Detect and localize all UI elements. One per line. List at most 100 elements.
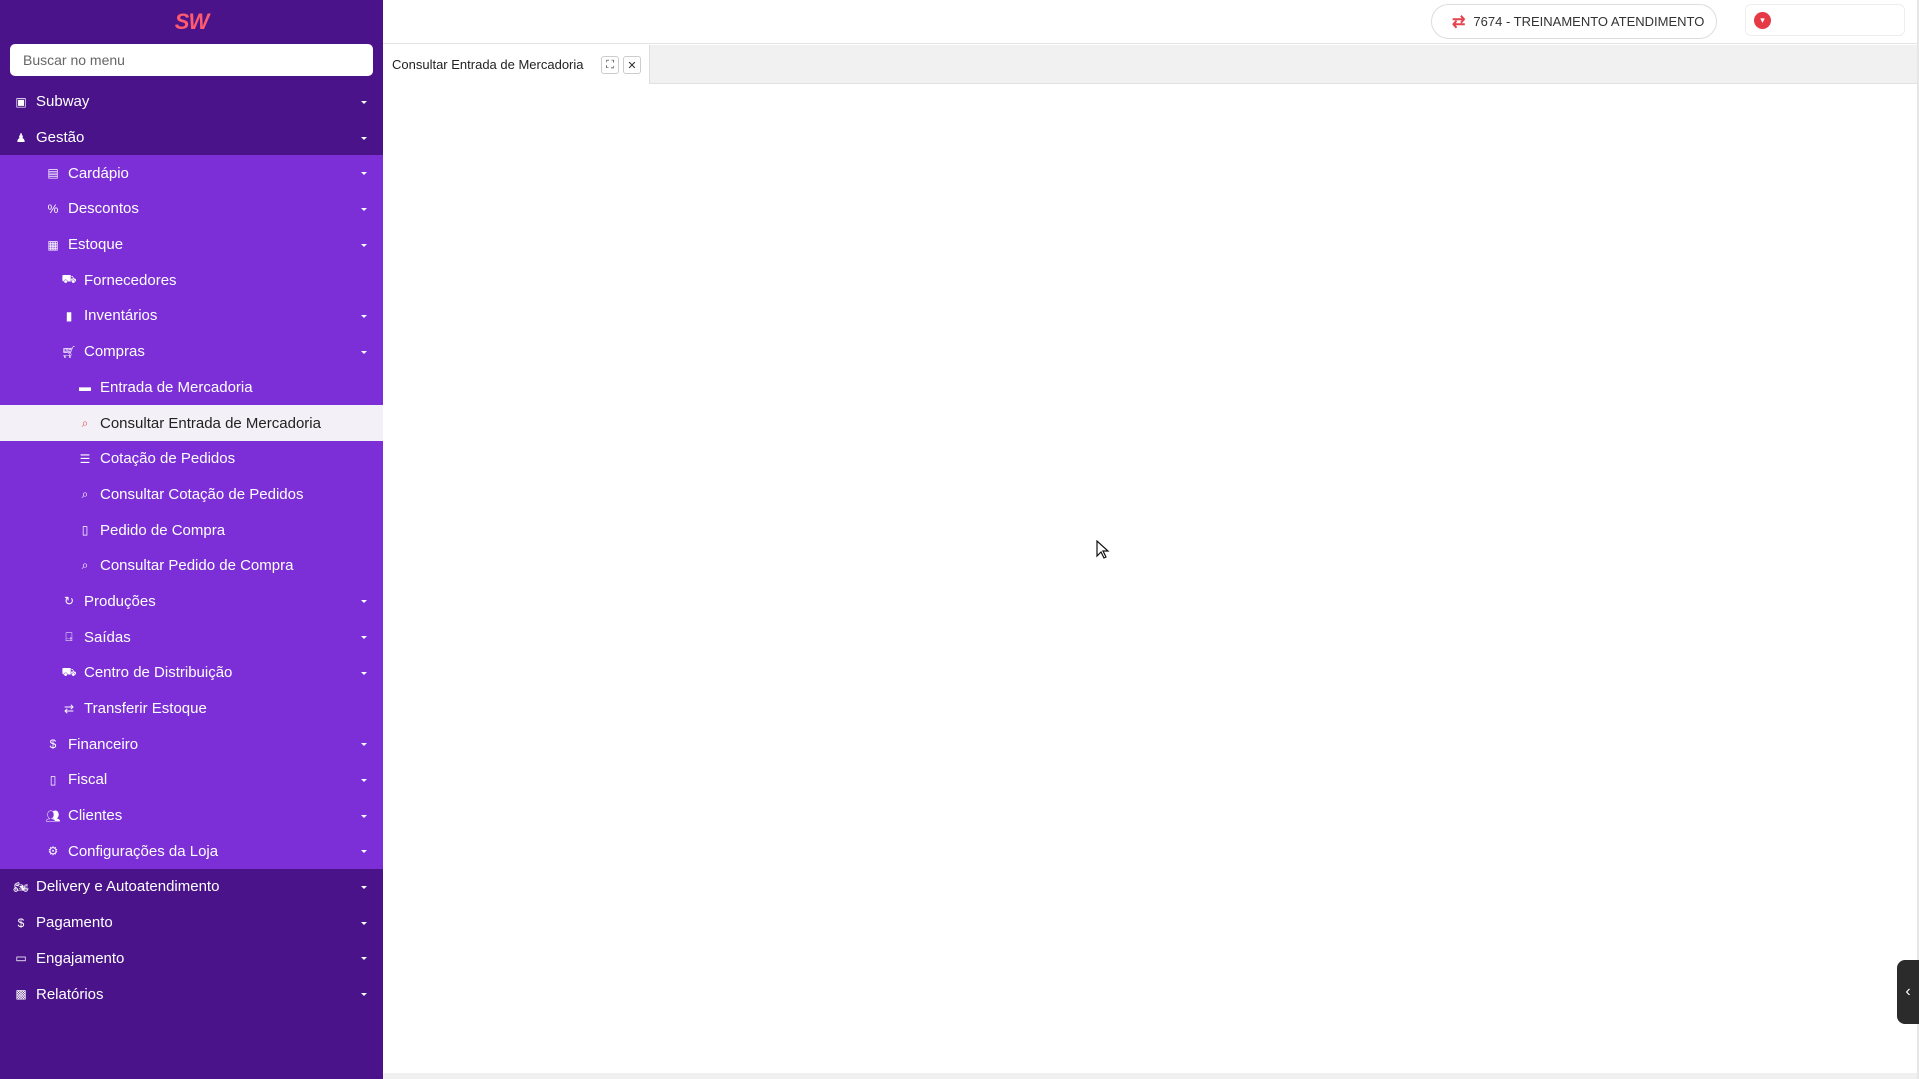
- sidebar-item-label: Cardápio: [68, 164, 129, 182]
- sidebar-item-engajamento[interactable]: ▭ Engajamento: [0, 941, 383, 977]
- user-menu-button[interactable]: ▾: [1745, 4, 1905, 36]
- sidebar-item-estoque[interactable]: ▦ Estoque: [0, 227, 383, 263]
- sidebar-item-descontos[interactable]: % Descontos: [0, 191, 383, 227]
- chevron-down-icon: [361, 993, 367, 997]
- cart-icon: 🛒︎: [61, 344, 77, 359]
- motorcycle-icon: 🏍︎: [13, 879, 29, 894]
- chevron-left-icon[interactable]: ‹: [1897, 960, 1919, 1024]
- truck-icon: ⛟: [61, 272, 77, 287]
- users-icon: 👥︎: [45, 808, 61, 823]
- chevron-down-icon: [361, 850, 367, 854]
- sidebar-item-label: Saídas: [84, 628, 131, 646]
- sidebar-item-label: Clientes: [68, 807, 123, 825]
- sidebar-item-label: Configurações da Loja: [68, 842, 219, 860]
- sidebar-menu: ▣ Subway ♟ Gestão ▤ Cardápio % Descontos…: [0, 84, 383, 1012]
- sidebar-item-pedido-de-compra[interactable]: ▯ Pedido de Compra: [0, 512, 383, 548]
- sidebar-item-label: Pagamento: [36, 914, 113, 932]
- chevron-down-icon: [361, 172, 367, 176]
- sidebar-item-transferir-estoque[interactable]: ⇄ Transferir Estoque: [0, 691, 383, 727]
- sidebar-item-label: Inventários: [84, 307, 158, 325]
- sidebar-item-label: Entrada de Mercadoria: [100, 378, 253, 396]
- list-icon: ☰: [79, 451, 91, 466]
- sidebar-item-consultar-pedido-de-compra[interactable]: ⌕ Consultar Pedido de Compra: [0, 548, 383, 584]
- menu-search-input[interactable]: [10, 44, 373, 76]
- sidebar-item-pagamento[interactable]: $ Pagamento: [0, 905, 383, 941]
- footer-strip: [383, 1073, 1919, 1079]
- sidebar-item-label: Compras: [84, 343, 145, 361]
- store-icon: ▣: [15, 94, 27, 109]
- warehouse-icon: ▦: [47, 237, 59, 252]
- sidebar-item-saidas[interactable]: ⍈ Saídas: [0, 619, 383, 655]
- main-content: [383, 85, 1919, 1079]
- sidebar-item-entrada-de-mercadoria[interactable]: ▬ Entrada de Mercadoria: [0, 370, 383, 406]
- sidebar-item-relatorios[interactable]: ▩ Relatórios: [0, 976, 383, 1012]
- sidebar-item-financeiro[interactable]: $ Financeiro: [0, 726, 383, 762]
- sidebar-item-consultar-cotacao-de-pedidos[interactable]: ⌕ Consultar Cotação de Pedidos: [0, 477, 383, 513]
- chevron-down-icon: [361, 350, 367, 354]
- sidebar-item-consultar-entrada-de-mercadoria[interactable]: ⌕ Consultar Entrada de Mercadoria: [0, 405, 383, 441]
- archive-icon: ▬: [79, 380, 91, 395]
- sidebar-item-label: Subway: [36, 93, 90, 111]
- sidebar-item-cardapio[interactable]: ▤ Cardápio: [0, 155, 383, 191]
- chevron-down-icon: [361, 814, 367, 818]
- close-icon[interactable]: ✕: [623, 56, 641, 74]
- sidebar-item-cotacao-de-pedidos[interactable]: ☰ Cotação de Pedidos: [0, 441, 383, 477]
- expand-icon[interactable]: ⛶: [601, 56, 619, 74]
- sidebar-item-gestao[interactable]: ♟ Gestão: [0, 120, 383, 156]
- percent-icon: %: [47, 201, 59, 216]
- chevron-down-icon: [361, 100, 367, 104]
- dollar-icon: $: [17, 915, 25, 930]
- book-icon: ▤: [47, 166, 59, 181]
- sidebar-item-label: Pedido de Compra: [100, 521, 226, 539]
- chevron-down-icon: [361, 921, 367, 925]
- sidebar-item-inventarios[interactable]: ▮ Inventários: [0, 298, 383, 334]
- sidebar-item-configuracoes-da-loja[interactable]: ⚙ Configurações da Loja: [0, 833, 383, 869]
- chevron-down-icon: [361, 207, 367, 211]
- chevron-down-icon: [361, 243, 367, 247]
- document-icon: ▯: [81, 523, 89, 538]
- sidebar-item-label: Gestão: [36, 129, 85, 147]
- refresh-icon: ↻: [63, 594, 75, 609]
- top-bar: ⇄ 7674 - TREINAMENTO ATENDIMENTO ▾: [383, 0, 1919, 44]
- sidebar-item-label: Cotação de Pedidos: [100, 450, 236, 468]
- sidebar-item-producoes[interactable]: ↻ Produções: [0, 584, 383, 620]
- sidebar-submenu-gestao: ▤ Cardápio % Descontos ▦ Estoque ⛟ Forne…: [0, 155, 383, 870]
- sidebar-item-fiscal[interactable]: ▯ Fiscal: [0, 762, 383, 798]
- sidebar-item-label: Engajamento: [36, 949, 125, 967]
- chevron-down-icon: [361, 671, 367, 675]
- sidebar-item-label: Consultar Entrada de Mercadoria: [100, 414, 321, 432]
- tab-bar: Consultar Entrada de Mercadoria ⛶ ✕: [383, 45, 1919, 84]
- sidebar-item-label: Estoque: [68, 236, 124, 254]
- sidebar-item-centro-de-distribuicao[interactable]: ⛟ Centro de Distribuição: [0, 655, 383, 691]
- card-icon: ▭: [15, 951, 27, 966]
- swap-icon: ⇄: [1452, 13, 1466, 31]
- clipboard-icon: ▮: [65, 308, 73, 323]
- store-switch-button[interactable]: ⇄ 7674 - TREINAMENTO ATENDIMENTO: [1431, 4, 1717, 39]
- sidebar-item-label: Consultar Cotação de Pedidos: [100, 485, 304, 503]
- logo[interactable]: SW: [0, 0, 383, 44]
- sidebar-item-label: Financeiro: [68, 735, 139, 753]
- tab-consultar-entrada-de-mercadoria[interactable]: Consultar Entrada de Mercadoria ⛶ ✕: [383, 45, 650, 84]
- store-label: 7674 - TREINAMENTO ATENDIMENTO: [1473, 14, 1705, 29]
- sidebar-item-compras[interactable]: 🛒︎ Compras: [0, 334, 383, 370]
- sidebar: SW ▣ Subway ♟ Gestão ▤ Cardápio % Descon…: [0, 0, 383, 1079]
- chevron-down-icon: [361, 600, 367, 604]
- chevron-down-icon: [361, 885, 367, 889]
- chevron-down-icon: [361, 314, 367, 318]
- chevron-down-icon: [361, 957, 367, 961]
- sidebar-item-fornecedores[interactable]: ⛟ Fornecedores: [0, 262, 383, 298]
- sidebar-item-label: Relatórios: [36, 985, 104, 1003]
- sidebar-item-label: Delivery e Autoatendimento: [36, 878, 220, 896]
- sidebar-item-subway[interactable]: ▣ Subway: [0, 84, 383, 120]
- chevron-down-icon: ▾: [1754, 11, 1771, 29]
- chevron-down-icon: [361, 136, 367, 140]
- chevron-down-icon: [361, 636, 367, 640]
- chevron-down-icon: [361, 743, 367, 747]
- sidebar-item-label: Fornecedores: [84, 271, 177, 289]
- exit-icon: ⍈: [65, 629, 73, 644]
- sidebar-item-label: Transferir Estoque: [84, 700, 207, 718]
- sidebar-item-delivery[interactable]: 🏍︎ Delivery e Autoatendimento: [0, 869, 383, 905]
- sidebar-item-label: Produções: [84, 592, 156, 610]
- transfer-icon: ⇄: [63, 701, 75, 716]
- sidebar-item-clientes[interactable]: 👥︎ Clientes: [0, 798, 383, 834]
